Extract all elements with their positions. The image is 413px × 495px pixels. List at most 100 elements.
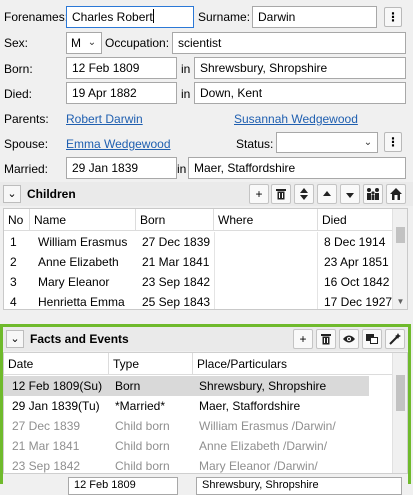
scrollbar-thumb[interactable] xyxy=(396,375,405,411)
born-place-field[interactable]: Shrewsbury, Shropshire xyxy=(194,57,406,79)
cell-died: 8 Dec 1914 xyxy=(324,235,386,249)
column-header-type[interactable]: Type xyxy=(109,353,193,375)
died-place-field[interactable]: Down, Kent xyxy=(194,82,406,104)
share-fact-button[interactable] xyxy=(362,329,382,349)
sex-value: M xyxy=(71,36,81,50)
facts-table: Date Type Place/Particulars 12 Feb 1809(… xyxy=(3,352,408,474)
column-header-place[interactable]: Place/Particulars xyxy=(193,353,393,375)
cell-place: Anne Elizabeth /Darwin/ xyxy=(199,439,328,453)
status-more-button[interactable]: ⋮ xyxy=(384,132,402,152)
father-link[interactable]: Robert Darwin xyxy=(66,112,143,126)
fact-date-field[interactable]: 12 Feb 1809 xyxy=(68,477,178,495)
children-scrollbar[interactable]: ▼ xyxy=(392,209,407,309)
cell-date: 27 Dec 1839 xyxy=(12,419,81,433)
facts-title: Facts and Events xyxy=(30,332,129,346)
died-label: Died: xyxy=(4,87,33,101)
forenames-field[interactable]: Charles Robert xyxy=(66,6,194,28)
born-date-field[interactable]: 12 Feb 1809 xyxy=(66,57,177,79)
cell-born: 23 Sep 1842 xyxy=(142,275,211,289)
forenames-value: Charles Robert xyxy=(72,10,153,24)
add-fact-button[interactable]: + xyxy=(293,329,313,349)
surname-more-button[interactable]: ⋮ xyxy=(384,7,402,27)
scroll-down-icon[interactable]: ▼ xyxy=(393,295,407,309)
cell-born: 25 Sep 1843 xyxy=(142,295,211,309)
cell-date: 29 Jan 1839(Tu) xyxy=(12,399,100,413)
down-icon xyxy=(346,193,354,198)
edit-fact-button[interactable] xyxy=(385,329,405,349)
sex-label: Sex: xyxy=(4,36,29,50)
cell-type: Child born xyxy=(115,419,170,433)
cell-date: 21 Mar 1841 xyxy=(12,439,80,453)
table-row[interactable]: 2 Anne Elizabeth 21 Mar 1841 23 Apr 1851 xyxy=(4,252,393,272)
cell-where xyxy=(214,252,318,272)
home-button[interactable] xyxy=(386,184,406,204)
cell-place: William Erasmus /Darwin/ xyxy=(199,419,336,433)
column-header-where[interactable]: Where xyxy=(214,209,318,231)
chevron-down-icon[interactable]: ⌄ xyxy=(3,185,21,203)
married-in-label: in xyxy=(177,162,187,176)
move-up-button[interactable] xyxy=(317,184,337,204)
parents-label: Parents: xyxy=(4,112,49,126)
facts-scrollbar[interactable] xyxy=(392,353,407,473)
add-child-button[interactable]: + xyxy=(249,184,269,204)
chevron-down-icon[interactable]: ⌄ xyxy=(6,330,24,348)
eye-icon xyxy=(343,335,355,343)
table-row[interactable]: 1 William Erasmus 27 Dec 1839 8 Dec 1914 xyxy=(4,232,393,252)
home-icon xyxy=(390,188,402,200)
cell-date: 23 Sep 1842 xyxy=(12,459,81,473)
surname-field[interactable]: Darwin xyxy=(252,6,377,28)
column-header-no[interactable]: No xyxy=(4,209,30,231)
sort-children-button[interactable] xyxy=(294,184,314,204)
table-row[interactable]: 23 Sep 1842 Child born Mary Eleanor /Dar… xyxy=(4,456,393,473)
table-row[interactable]: 4 Henrietta Emma 25 Sep 1843 17 Dec 1927 xyxy=(4,292,393,309)
table-row[interactable]: 3 Mary Eleanor 23 Sep 1842 16 Oct 1842 xyxy=(4,272,393,292)
more-icon: ⋮ xyxy=(387,10,399,24)
cell-born: 21 Mar 1841 xyxy=(142,255,210,269)
table-row[interactable]: 21 Mar 1841 Child born Anne Elizabeth /D… xyxy=(4,436,393,456)
cell-date: 12 Feb 1809(Su) xyxy=(12,379,103,393)
scrollbar-thumb[interactable] xyxy=(396,227,405,243)
status-select[interactable]: ⌄ xyxy=(276,132,378,153)
mother-link[interactable]: Susannah Wedgewood xyxy=(234,112,358,126)
spouse-link[interactable]: Emma Wedgewood xyxy=(66,137,171,151)
delete-fact-button[interactable] xyxy=(316,329,336,349)
spouse-label: Spouse: xyxy=(4,137,49,151)
column-header-died[interactable]: Died xyxy=(318,209,393,231)
facts-table-header: Date Type Place/Particulars xyxy=(4,353,393,375)
trash-icon xyxy=(321,334,331,345)
cell-no: 2 xyxy=(10,255,17,269)
delete-child-button[interactable] xyxy=(271,184,291,204)
table-row[interactable]: 29 Jan 1839(Tu) *Married* Maer, Stafford… xyxy=(4,396,393,416)
view-fact-button[interactable] xyxy=(339,329,359,349)
married-label: Married: xyxy=(4,162,49,176)
fact-place-field[interactable]: Shrewsbury, Shropshire xyxy=(196,477,402,495)
sex-select[interactable]: M ⌄ xyxy=(66,32,102,54)
cell-no: 4 xyxy=(10,295,17,309)
chevron-down-icon: ⌄ xyxy=(87,37,97,48)
column-header-born[interactable]: Born xyxy=(136,209,214,231)
text-caret xyxy=(152,9,154,23)
table-row-selected[interactable]: 12 Feb 1809(Su) Born Shrewsbury, Shropsh… xyxy=(4,376,369,396)
facts-header: ⌄ Facts and Events + xyxy=(3,327,408,351)
cell-place: Shrewsbury, Shropshire xyxy=(199,379,327,393)
chevron-down-icon: ⌄ xyxy=(363,137,373,148)
cell-name: Mary Eleanor xyxy=(38,275,110,289)
died-date-field[interactable]: 19 Apr 1882 xyxy=(66,82,177,104)
table-row[interactable]: 27 Dec 1839 Child born William Erasmus /… xyxy=(4,416,393,436)
married-date-field[interactable]: 29 Jan 1839 xyxy=(66,157,177,179)
cell-name: Henrietta Emma xyxy=(38,295,125,309)
sort-icon xyxy=(300,188,308,200)
move-down-button[interactable] xyxy=(340,184,360,204)
cell-place: Mary Eleanor /Darwin/ xyxy=(199,459,318,473)
plus-icon: + xyxy=(255,187,263,201)
occupation-field[interactable]: scientist xyxy=(172,32,406,54)
cell-where xyxy=(214,292,318,309)
column-header-date[interactable]: Date xyxy=(4,353,109,375)
married-place-field[interactable]: Maer, Staffordshire xyxy=(188,157,406,179)
status-label: Status: xyxy=(236,137,274,151)
column-header-name[interactable]: Name xyxy=(30,209,136,231)
forenames-label: Forenames: xyxy=(4,10,69,24)
family-button[interactable] xyxy=(363,184,383,204)
children-table: No Name Born Where Died 1 William Erasmu… xyxy=(3,208,408,310)
cell-type: Born xyxy=(115,379,141,393)
